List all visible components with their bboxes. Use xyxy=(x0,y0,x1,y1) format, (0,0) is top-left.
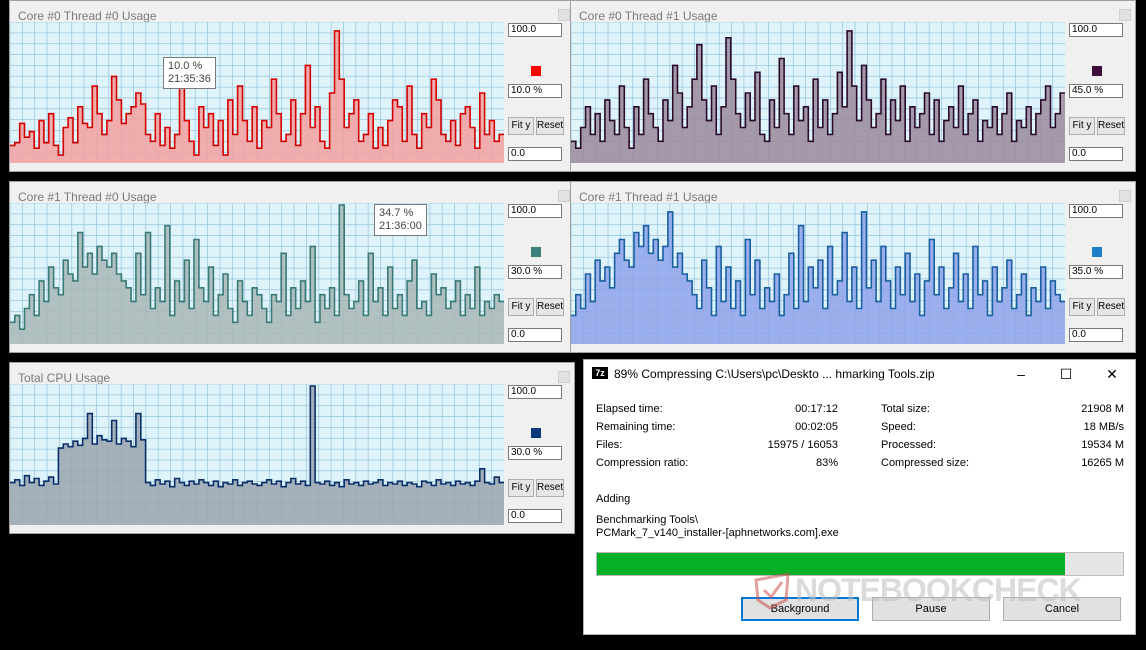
fit-y-button[interactable]: Fit y xyxy=(508,479,534,497)
speed-value: 18 MB/s xyxy=(1083,421,1124,433)
total-size-value: 21908 M xyxy=(1081,403,1124,415)
y-max-field[interactable]: 100.0 xyxy=(508,23,562,37)
y-min-field[interactable]: 0.0 xyxy=(1069,147,1123,161)
notebookcheck-logo-icon xyxy=(754,572,790,610)
graph-controls: 100.0 45.0 % Fit y Reset 0.0 xyxy=(1069,23,1125,163)
fit-y-button[interactable]: Fit y xyxy=(1069,117,1095,135)
series-color-swatch[interactable] xyxy=(531,66,541,76)
processed-value: 19534 M xyxy=(1081,439,1124,451)
panel-title: Core #1 Thread #1 Usage xyxy=(579,190,718,204)
series-color-swatch[interactable] xyxy=(1092,247,1102,257)
panel-title: Core #1 Thread #0 Usage xyxy=(18,190,157,204)
watermark-text: NOTEBOOKCHECK xyxy=(795,572,1082,608)
panel-core1-thread0: Core #1 Thread #0 Usage 100.0 30.0 % Fit yR… xyxy=(9,181,575,353)
current-path-folder: Benchmarking Tools\ xyxy=(596,514,698,526)
usage-graph xyxy=(571,203,1065,344)
current-value-field: 45.0 % xyxy=(1069,84,1123,98)
tooltip-time: 21:35:36 xyxy=(168,73,211,85)
close-icon[interactable]: ✕ xyxy=(1100,364,1124,384)
current-path-file: PCMark_7_v140_installer-[aphnetworks.com… xyxy=(596,527,839,539)
7zip-logo-icon: 7z xyxy=(592,367,608,379)
usage-graph xyxy=(10,22,504,163)
fit-y-button[interactable]: Fit y xyxy=(508,298,534,316)
current-value-field: 30.0 % xyxy=(508,265,562,279)
panel-title: Core #0 Thread #1 Usage xyxy=(579,9,718,23)
panel-core1-thread1: Core #1 Thread #1 Usage 100.0 35.0 % Fit yR… xyxy=(570,181,1136,353)
elapsed-label: Elapsed time: xyxy=(596,403,663,415)
panel-title: Total CPU Usage xyxy=(18,371,111,385)
dialog-titlebar[interactable]: 7z 89% Compressing C:\Users\pc\Deskto ..… xyxy=(584,360,1135,388)
y-min-field[interactable]: 0.0 xyxy=(508,147,562,161)
adding-label: Adding xyxy=(596,493,631,505)
current-value-field: 30.0 % xyxy=(508,446,562,460)
files-label: Files: xyxy=(596,439,623,451)
dialog-title: 89% Compressing C:\Users\pc\Deskto ... h… xyxy=(614,367,935,381)
panel-close-icon[interactable] xyxy=(1119,190,1131,202)
hover-tooltip: 34.7 % 21:36:00 xyxy=(374,204,427,236)
graph-controls: 100.0 10.0 % Fit y Reset 0.0 xyxy=(508,23,564,163)
compressed-size-label: Compressed size: xyxy=(881,457,970,469)
panel-close-icon[interactable] xyxy=(558,190,570,202)
series-color-swatch[interactable] xyxy=(531,428,541,438)
reset-button[interactable]: Reset xyxy=(536,479,564,497)
ratio-label: Compression ratio: xyxy=(596,457,689,469)
usage-graph xyxy=(10,203,504,344)
y-max-field[interactable]: 100.0 xyxy=(508,204,562,218)
panel-title: Core #0 Thread #0 Usage xyxy=(18,9,157,23)
panel-core0-thread1: Core #0 Thread #1 Usage 100.0 45.0 % Fit yR… xyxy=(570,0,1136,172)
total-size-label: Total size: xyxy=(881,403,930,415)
y-max-field[interactable]: 100.0 xyxy=(1069,204,1123,218)
reset-button[interactable]: Reset xyxy=(1097,298,1125,316)
series-color-swatch[interactable] xyxy=(531,247,541,257)
fit-y-button[interactable]: Fit y xyxy=(1069,298,1095,316)
fit-y-button[interactable]: Fit y xyxy=(508,117,534,135)
series-color-swatch[interactable] xyxy=(1092,66,1102,76)
tooltip-value: 34.7 % xyxy=(379,207,414,219)
y-min-field[interactable]: 0.0 xyxy=(1069,328,1123,342)
panel-close-icon[interactable] xyxy=(558,9,570,21)
graph-controls: 100.0 35.0 % Fit y Reset 0.0 xyxy=(1069,204,1125,344)
usage-graph xyxy=(10,384,504,525)
processed-label: Processed: xyxy=(881,439,937,451)
y-max-field[interactable]: 100.0 xyxy=(1069,23,1123,37)
panel-core0-thread0: Core #0 Thread #0 Usage 100.0 10.0 % Fit yR… xyxy=(9,0,575,172)
reset-button[interactable]: Reset xyxy=(1097,117,1125,135)
remaining-label: Remaining time: xyxy=(596,421,676,433)
ratio-value: 83% xyxy=(815,457,838,469)
compressed-size-value: 16265 M xyxy=(1081,457,1124,469)
current-value-field: 10.0 % xyxy=(508,84,562,98)
y-min-field[interactable]: 0.0 xyxy=(508,328,562,342)
hover-tooltip: 10.0 % 21:35:36 xyxy=(163,57,216,89)
speed-label: Speed: xyxy=(881,421,916,433)
current-value-field: 35.0 % xyxy=(1069,265,1123,279)
tooltip-time: 21:36:00 xyxy=(379,220,422,232)
y-min-field[interactable]: 0.0 xyxy=(508,509,562,523)
panel-close-icon[interactable] xyxy=(1119,9,1131,21)
reset-button[interactable]: Reset xyxy=(536,117,564,135)
files-value: 15975 / 16053 xyxy=(767,439,838,451)
graph-controls: 100.0 30.0 % Fit y Reset 0.0 xyxy=(508,204,564,344)
minimize-icon[interactable]: – xyxy=(1009,364,1033,384)
panel-close-icon[interactable] xyxy=(558,371,570,383)
reset-button[interactable]: Reset xyxy=(536,298,564,316)
elapsed-value: 00:17:12 xyxy=(795,403,838,415)
graph-controls: 100.0 30.0 % Fit y Reset 0.0 xyxy=(508,385,564,525)
maximize-icon[interactable]: ☐ xyxy=(1054,364,1078,384)
panel-total-cpu: Total CPU Usage 100.0 30.0 % Fit y Reset 0.0 xyxy=(9,362,575,534)
remaining-value: 00:02:05 xyxy=(795,421,838,433)
tooltip-value: 10.0 % xyxy=(168,60,203,72)
usage-graph xyxy=(571,22,1065,163)
y-max-field[interactable]: 100.0 xyxy=(508,385,562,399)
